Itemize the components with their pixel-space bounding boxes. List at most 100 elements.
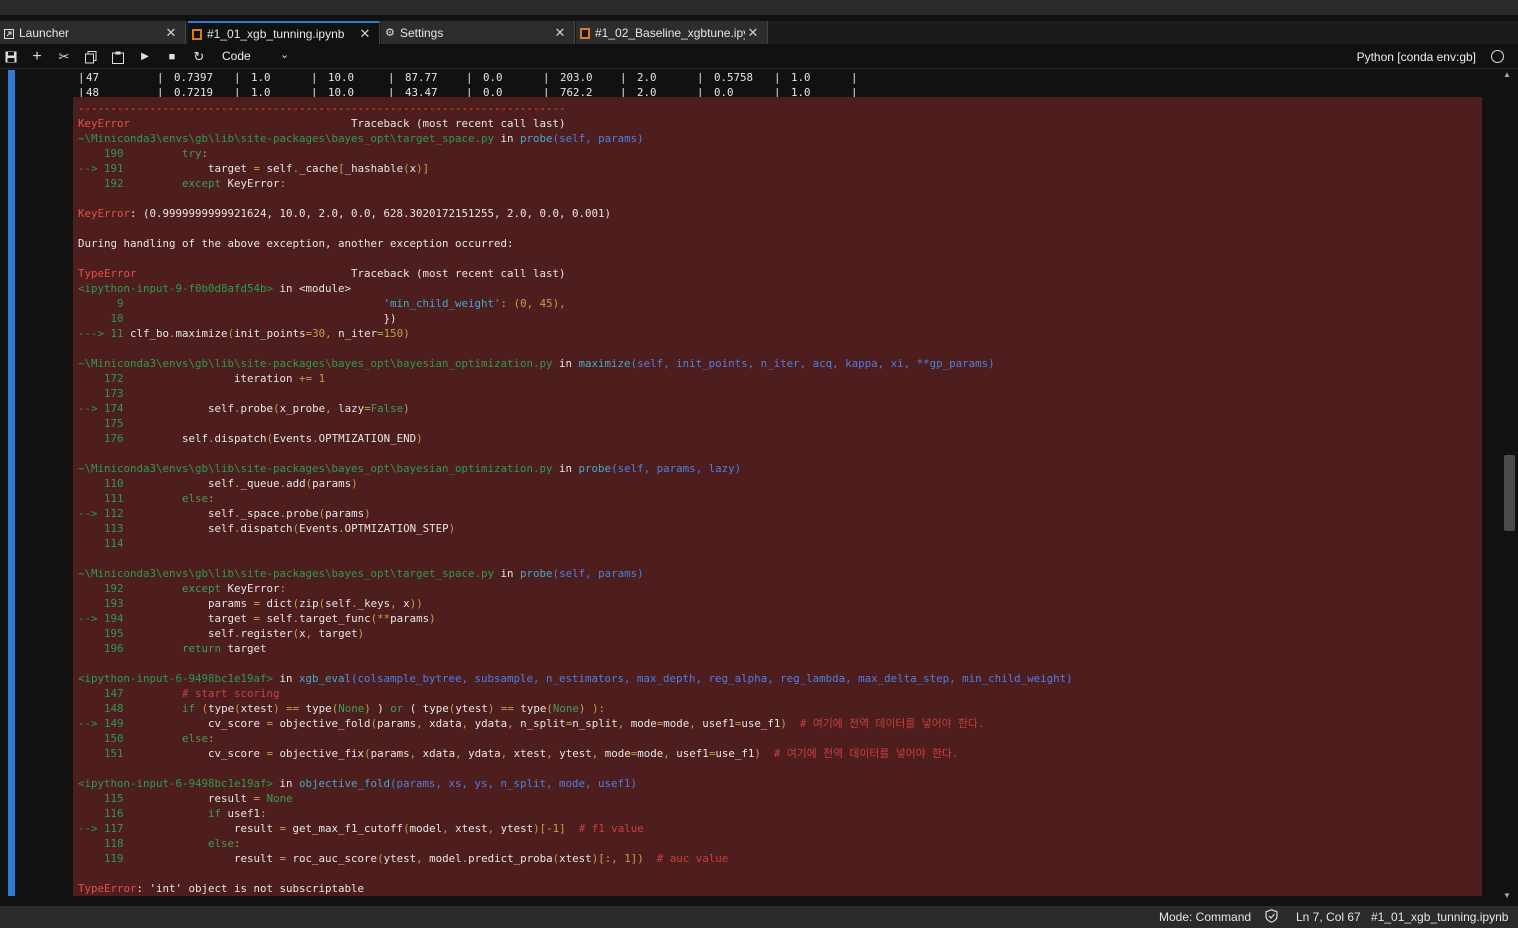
traceback-line <box>78 191 1073 206</box>
kernel-name[interactable]: Python [conda env:gb] <box>1357 50 1476 64</box>
tab-label: #1_02_Baseline_xgbtune.ipynb <box>595 25 745 40</box>
traceback-line: 114 <box>78 537 124 550</box>
traceback-line: ----------------------------------------… <box>78 102 566 115</box>
stop-icon[interactable]: ■ <box>164 49 180 65</box>
traceback-line <box>78 221 1073 236</box>
gear-icon: ⚙ <box>385 26 395 39</box>
notebook-icon <box>192 28 202 40</box>
traceback-line: <ipython-input-6-9498bc1e19af> in object… <box>78 777 638 790</box>
traceback-line: --> 174 self.probe(x_probe, lazy=False) <box>78 402 410 415</box>
table-cell: 0.0 <box>483 71 503 84</box>
error-output: ----------------------------------------… <box>73 97 1482 896</box>
traceback-line: --> 112 self._space.probe(params) <box>78 507 371 520</box>
traceback-line: --> 194 target = self.target_func(**para… <box>78 612 436 625</box>
traceback-line: 111 else: <box>78 492 215 505</box>
traceback-line: 173 <box>78 387 124 400</box>
traceback-line: ~\Miniconda3\envs\gb\lib\site-packages\b… <box>78 132 644 145</box>
mode-indicator[interactable]: Mode: Command <box>1159 910 1251 924</box>
traceback-line <box>78 866 1073 881</box>
output-table: | | | | | | | | | | | 47 0.7397 1.0 10.0 87.77 0.0 203.0 2… <box>78 70 878 100</box>
traceback-line: ---> 11 clf_bo.maximize(init_points=30, … <box>78 327 410 340</box>
table-cell: 2.0 <box>637 71 657 84</box>
close-icon[interactable]: ✕ <box>357 26 373 42</box>
traceback-line: 195 self.register(x, target) <box>78 627 365 640</box>
traceback-line: 115 result = None <box>78 792 293 805</box>
run-icon[interactable]: ▶ <box>137 49 153 65</box>
traceback-line: --> 149 cv_score = objective_fold(params… <box>78 717 985 730</box>
traceback-line: 147 # start scoring <box>78 687 280 700</box>
notebook-panel: | | | | | | | | | | | 47 0.7397 1.0 10.0 87.77 0.0 203.0 2… <box>0 70 1518 900</box>
traceback-line <box>78 251 1073 266</box>
table-cell: 203.0 <box>560 71 593 84</box>
close-icon[interactable]: ✕ <box>552 25 568 41</box>
traceback-line: 119 result = roc_auc_score(ytest, model.… <box>78 852 729 865</box>
traceback-line: 150 else: <box>78 732 215 745</box>
scroll-down-icon[interactable]: ▼ <box>1503 891 1511 900</box>
traceback-line <box>78 656 1073 671</box>
traceback-line: --> 191 target = self._cache[_hashable(x… <box>78 162 430 175</box>
traceback-line: <ipython-input-6-9498bc1e19af> in xgb_ev… <box>78 672 1073 685</box>
traceback-line: ~\Miniconda3\envs\gb\lib\site-packages\b… <box>78 567 644 580</box>
tab-label: #1_01_xgb_tunning.ipynb <box>207 26 345 41</box>
table-row: | | | | | | | | | | | 47 0.7397 1.0 10.0 87.77 0.0 203.0 2… <box>78 71 858 84</box>
traceback-line: 176 self.dispatch(Events.OPTMIZATION_END… <box>78 432 423 445</box>
tab-baseline-xgbtune[interactable]: #1_02_Baseline_xgbtune.ipynb ✕ <box>576 21 768 44</box>
traceback-line: 192 except KeyError: <box>78 582 287 595</box>
plus-icon[interactable]: + <box>29 49 45 65</box>
table-cell: 10.0 <box>328 71 355 84</box>
traceback-line: 9 'min_child_weight': (0, 45), <box>78 297 566 310</box>
close-icon[interactable]: ✕ <box>745 25 761 41</box>
table-cell: 87.77 <box>405 71 438 84</box>
save-icon[interactable] <box>3 49 19 65</box>
close-icon[interactable]: ✕ <box>163 25 179 41</box>
kernel-status-icon <box>1491 50 1504 63</box>
traceback-line: TypeError Traceback (most recent call la… <box>78 267 566 280</box>
restart-icon[interactable]: ↻ <box>191 49 207 65</box>
scroll-up-icon[interactable]: ▲ <box>1503 70 1511 79</box>
tab-xgb-tunning[interactable]: #1_01_xgb_tunning.ipynb ✕ <box>188 21 380 44</box>
table-cell: 1.0 <box>251 71 271 84</box>
traceback-line <box>78 761 1073 776</box>
cell-type-select[interactable]: Code <box>222 49 251 63</box>
traceback-line: 175 <box>78 417 124 430</box>
traceback-line: <ipython-input-9-f0b0d8afd54b> in <modul… <box>78 282 352 295</box>
active-cell-indicator <box>8 70 15 896</box>
tab-label: Settings <box>400 25 444 40</box>
status-bar: Mode: Command Ln 7, Col 67 #1_01_xgb_tun… <box>0 906 1518 928</box>
current-file: #1_01_xgb_tunning.ipynb <box>1371 910 1509 924</box>
traceback-line: 193 params = dict(zip(self._keys, x)) <box>78 597 423 610</box>
traceback-line: 110 self._queue.add(params) <box>78 477 358 490</box>
traceback-line <box>78 551 1073 566</box>
traceback-line: TypeError: 'int' object is not subscript… <box>78 882 365 895</box>
cut-icon[interactable]: ✂ <box>56 49 72 65</box>
tab-label: Launcher <box>19 25 70 40</box>
table-cell: 0.7397 <box>174 71 214 84</box>
traceback-line: 192 except KeyError: <box>78 177 287 190</box>
scrollbar-thumb[interactable] <box>1504 455 1515 531</box>
tab-settings[interactable]: ⚙ Settings ✕ <box>381 21 575 44</box>
window-title-strip <box>0 0 1518 15</box>
traceback-line: 116 if usef1: <box>78 807 267 820</box>
notebook-toolbar: + ✂ ▶ ■ ↻ Code ⌄ Python [conda env:gb] <box>0 45 1518 69</box>
table-cell: 1.0 <box>791 71 811 84</box>
table-cell: 47 <box>86 71 100 84</box>
table-cell: 0.5758 <box>714 71 754 84</box>
traceback-line: 172 iteration += 1 <box>78 372 326 385</box>
paste-icon[interactable] <box>110 49 126 65</box>
chevron-down-icon[interactable]: ⌄ <box>280 48 289 61</box>
traceback-line: ~\Miniconda3\envs\gb\lib\site-packages\b… <box>78 462 742 475</box>
shield-icon[interactable] <box>1265 909 1278 926</box>
traceback-line <box>78 341 1073 356</box>
traceback-line: KeyError Traceback (most recent call las… <box>78 117 566 130</box>
traceback-line: --> 117 result = get_max_f1_cutoff(model… <box>78 822 644 835</box>
copy-icon[interactable] <box>83 49 99 65</box>
traceback-line: During handling of the above exception, … <box>78 237 514 250</box>
tab-bar: Launcher ✕ #1_01_xgb_tunning.ipynb ✕ ⚙ S… <box>0 21 1518 44</box>
notebook-icon <box>580 27 590 39</box>
traceback-line <box>78 446 1073 461</box>
cursor-position[interactable]: Ln 7, Col 67 <box>1296 910 1361 924</box>
traceback-line: KeyError: (0.9999999999921624, 10.0, 2.0… <box>78 207 612 220</box>
scrollbar[interactable]: ▲ ▼ <box>1500 70 1518 900</box>
tab-launcher[interactable]: Launcher ✕ <box>0 21 186 44</box>
launcher-icon <box>4 28 14 39</box>
